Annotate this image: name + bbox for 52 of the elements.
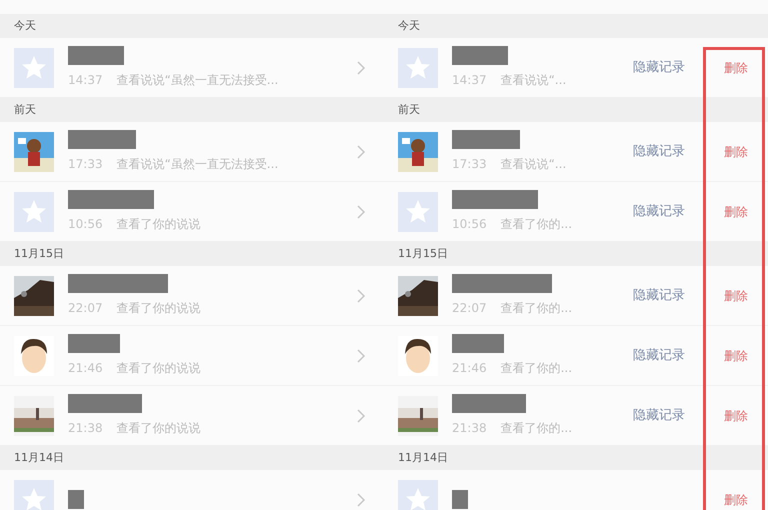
- activity-text: 查看说说“虽然一直无法接受...: [116, 156, 278, 173]
- chevron-icon: [356, 204, 366, 218]
- activity-text: 查看了你的说说: [116, 216, 201, 233]
- chevron-icon: [356, 492, 366, 506]
- delete-button[interactable]: 删除: [704, 58, 768, 76]
- date-header: 11月14日: [0, 446, 384, 470]
- date-header: 前天: [0, 98, 384, 122]
- chevron-icon: [356, 60, 366, 74]
- activity-text: 查看了你的说说: [116, 300, 201, 317]
- activity-text: 查看了你的说说: [116, 420, 201, 437]
- redacted-name: [452, 46, 508, 65]
- redacted-name: [68, 130, 136, 149]
- activity-text: 查看说说“...: [500, 156, 566, 173]
- chevron-icon: [356, 408, 366, 422]
- hide-record-button[interactable]: 隐藏记录: [614, 406, 704, 426]
- chevron-icon: [356, 144, 366, 158]
- date-header: 前天: [384, 98, 768, 122]
- hide-record-button[interactable]: 隐藏记录: [614, 142, 704, 162]
- avatar-icon: [398, 48, 438, 88]
- date-header: 11月14日: [384, 446, 768, 470]
- redacted-name: [452, 334, 504, 353]
- chevron-icon: [356, 288, 366, 302]
- redacted-name: [68, 490, 84, 509]
- date-header: 11月15日: [0, 242, 384, 266]
- hide-record-button[interactable]: 隐藏记录: [614, 58, 704, 78]
- delete-button[interactable]: 删除: [704, 406, 768, 424]
- activity-text: 查看了你的...: [500, 216, 572, 233]
- redacted-name: [68, 334, 120, 353]
- delete-button[interactable]: 删除: [704, 286, 768, 304]
- delete-button[interactable]: 删除: [704, 490, 768, 508]
- activity-text: 查看了你的...: [500, 300, 572, 317]
- date-header: 11月15日: [384, 242, 768, 266]
- redacted-name: [68, 46, 124, 65]
- delete-button[interactable]: 删除: [704, 202, 768, 220]
- date-header: 今天: [0, 14, 384, 38]
- activity-text: 查看说说“...: [500, 72, 566, 89]
- avatar-icon: [398, 192, 438, 232]
- hide-record-button[interactable]: 隐藏记录: [614, 202, 704, 222]
- delete-button[interactable]: 删除: [704, 142, 768, 160]
- hide-record-button[interactable]: 隐藏记录: [614, 346, 704, 366]
- activity-text: 查看了你的...: [500, 420, 572, 437]
- redacted-name: [452, 130, 520, 149]
- activity-text: 查看说说“虽然一直无法接受...: [116, 72, 278, 89]
- hide-record-button[interactable]: 隐藏记录: [614, 286, 704, 306]
- activity-text: 查看了你的说说: [116, 360, 201, 377]
- avatar-icon: [14, 192, 54, 232]
- chevron-icon: [356, 348, 366, 362]
- activity-text: 查看了你的...: [500, 360, 572, 377]
- delete-button[interactable]: 删除: [704, 346, 768, 364]
- avatar-icon: [14, 48, 54, 88]
- redacted-name: [452, 490, 468, 509]
- date-header: 今天: [384, 14, 768, 38]
